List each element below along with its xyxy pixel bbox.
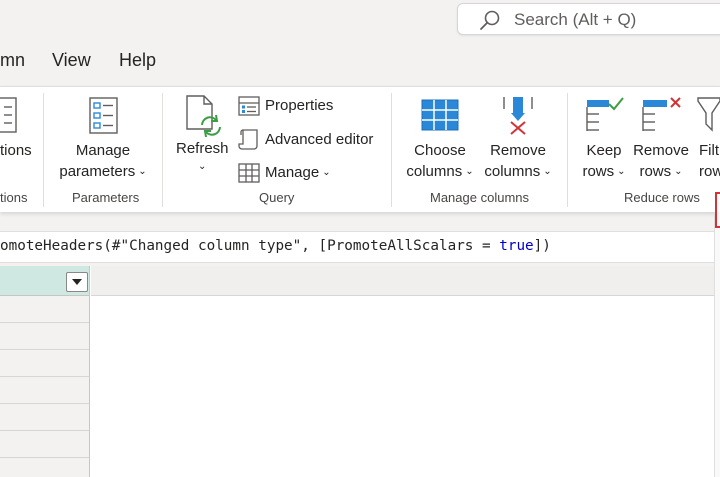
title-bar: Search (Alt + Q) (0, 0, 720, 42)
search-icon (480, 10, 500, 30)
search-placeholder: Search (Alt + Q) (514, 10, 637, 29)
group-separator (162, 93, 163, 207)
chevron-down-icon: ⌄ (322, 167, 331, 178)
group-label-parameters: Parameters (72, 190, 140, 205)
column-header[interactable] (0, 266, 90, 296)
formula-suffix: ]) (533, 238, 551, 254)
manage-query-icon (238, 163, 260, 183)
remove-rows-label-2: rows (639, 163, 672, 180)
column-header-empty (91, 266, 720, 296)
manage-parameters-button[interactable]: Manage parameters ⌄ (55, 140, 151, 184)
table-row[interactable] (0, 323, 90, 350)
table-row[interactable] (0, 377, 90, 404)
ribbon: tions tions Manage parameters ⌄ Parameter… (0, 86, 720, 212)
chevron-down-icon: ⌄ (138, 166, 147, 177)
manage-parameters-icon (89, 97, 118, 134)
remove-columns-icon (503, 97, 533, 135)
options-button-label[interactable]: tions (0, 140, 32, 161)
filter-rows-button[interactable]: Filt row (699, 140, 720, 182)
keep-rows-icon (586, 97, 624, 131)
menu-bar: mn View Help (0, 42, 720, 82)
formula-text[interactable]: omoteHeaders(#"Changed column type", [Pr… (0, 238, 551, 254)
formula-prefix: omoteHeaders(#"Changed column type", [Pr… (0, 238, 500, 254)
group-separator (567, 93, 568, 207)
chevron-down-icon: ⌄ (674, 166, 683, 177)
table-row[interactable] (0, 296, 90, 323)
chevron-down-icon: ⌄ (617, 166, 626, 177)
remove-columns-button[interactable]: Remove columns ⌄ (478, 140, 558, 184)
properties-button[interactable]: Properties (265, 97, 333, 114)
highlight-marker (715, 192, 720, 228)
choose-columns-label-1: Choose (414, 142, 466, 159)
advanced-editor-icon (238, 129, 258, 150)
chevron-down-icon[interactable]: ⌄ (198, 161, 206, 172)
chevron-down-icon: ⌄ (543, 166, 552, 177)
choose-columns-button[interactable]: Choose columns ⌄ (400, 140, 480, 184)
remove-rows-icon (642, 97, 681, 131)
group-label-partial: tions (0, 190, 28, 205)
advanced-editor-button[interactable]: Advanced editor (265, 131, 373, 148)
tab-transform-column-partial[interactable]: mn (0, 50, 25, 71)
filter-rows-label-1: Filt (699, 142, 719, 159)
remove-rows-label-1: Remove (633, 142, 689, 159)
remove-columns-label-1: Remove (490, 142, 546, 159)
group-label-query: Query (259, 190, 295, 205)
remove-columns-label-2: columns (484, 163, 541, 180)
choose-columns-label-2: columns (406, 163, 463, 180)
refresh-button[interactable]: Refresh (176, 138, 229, 159)
options-icon (0, 97, 17, 133)
remove-rows-button[interactable]: Remove rows ⌄ (633, 140, 689, 184)
chevron-down-icon: ⌄ (465, 166, 474, 177)
group-label-manage-columns: Manage columns (430, 190, 529, 205)
table-row[interactable] (0, 404, 90, 431)
search-box[interactable]: Search (Alt + Q) (457, 3, 720, 35)
group-separator (43, 93, 44, 207)
manage-query-button[interactable]: Manage ⌄ (265, 164, 331, 181)
table-row[interactable] (0, 350, 90, 377)
choose-columns-icon (421, 99, 459, 131)
group-label-reduce-rows: Reduce rows (624, 190, 700, 205)
table-row[interactable] (0, 458, 90, 477)
table-row[interactable] (0, 431, 90, 458)
keep-rows-label-1: Keep (586, 142, 622, 159)
manage-parameters-label-2: parameters (59, 163, 136, 180)
manage-parameters-label-1: Manage (75, 142, 131, 159)
properties-icon (238, 96, 260, 116)
column-filter-dropdown[interactable] (66, 272, 88, 292)
formula-keyword: true (499, 238, 534, 254)
keep-rows-button[interactable]: Keep rows ⌄ (578, 140, 630, 184)
chevron-down-icon (72, 279, 82, 285)
keep-rows-label-2: rows (582, 163, 615, 180)
side-pane-edge (714, 212, 720, 477)
tab-help[interactable]: Help (119, 50, 156, 71)
tab-view[interactable]: View (52, 50, 91, 71)
filter-rows-label-2: row (699, 163, 720, 180)
data-grid (0, 266, 720, 477)
refresh-icon (186, 95, 221, 137)
group-separator (391, 93, 392, 207)
manage-query-label: Manage (265, 164, 320, 181)
formula-bar[interactable]: omoteHeaders(#"Changed column type", [Pr… (0, 231, 720, 263)
filter-rows-icon (697, 97, 720, 132)
